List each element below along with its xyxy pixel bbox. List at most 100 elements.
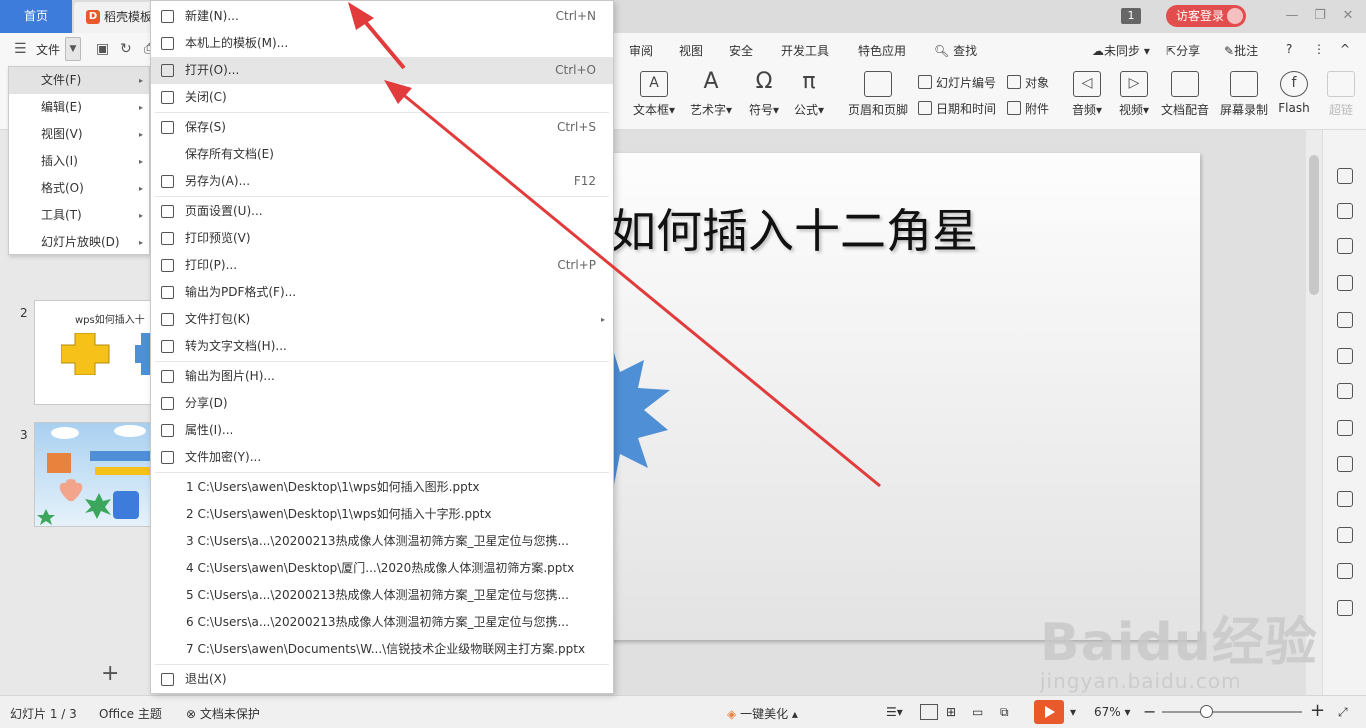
help-icon[interactable]: ?	[1286, 42, 1292, 56]
header-footer-button[interactable]: 页眉和页脚	[848, 71, 908, 118]
doc-protect-status[interactable]: ⊗ 文档未保护	[186, 705, 260, 722]
tab-view[interactable]: 视图	[679, 42, 703, 59]
minimize-button[interactable]: —	[1280, 6, 1304, 26]
hamburger-icon[interactable]: ☰	[14, 41, 27, 57]
menu-save[interactable]: 保存(S) Ctrl+S	[151, 114, 613, 141]
window-count-badge[interactable]: 1	[1121, 8, 1141, 24]
recent-file-4[interactable]: 4 C:\Users\awen\Desktop\厦门...\2020热成像人体测…	[151, 555, 613, 582]
menu-item-insert[interactable]: 插入(I) ▸	[9, 148, 149, 175]
shield-icon[interactable]	[1337, 563, 1353, 579]
audio-side-icon[interactable]	[1337, 527, 1353, 543]
fit-window-icon[interactable]: ⤢	[1338, 705, 1348, 720]
object-button[interactable]: 对象	[1007, 74, 1049, 91]
video-button[interactable]: ▷ 视频▾	[1114, 71, 1154, 118]
menu-save-all[interactable]: 保存所有文档(E)	[151, 141, 613, 168]
shape-icon[interactable]	[1337, 238, 1353, 254]
hyperlink-button[interactable]: 超链	[1326, 71, 1356, 118]
menu-exit[interactable]: 退出(X)	[151, 666, 613, 693]
slide-title[interactable]: 如何插入十二角星	[610, 195, 978, 261]
formula-button[interactable]: π 公式▾	[791, 71, 827, 118]
zoom-slider[interactable]	[1162, 711, 1302, 713]
slide-thumbnail-2[interactable]: wps如何插入十	[34, 300, 164, 405]
export-icon[interactable]	[1337, 456, 1353, 472]
menu-item-tools[interactable]: 工具(T) ▸	[9, 202, 149, 229]
recent-file-5[interactable]: 5 C:\Users\a...\20200213热成像人体测温初筛方案_卫星定位…	[151, 582, 613, 609]
fit-icon[interactable]: ⧉	[1000, 705, 1009, 720]
sync-button[interactable]: ☁未同步 ▾	[1092, 42, 1150, 59]
tab-home[interactable]: 首页	[0, 0, 72, 33]
grid-icon[interactable]	[1337, 312, 1353, 328]
chevron-down-icon[interactable]: ▾	[1070, 705, 1076, 719]
menu-item-file[interactable]: 文件(F) ▸	[9, 67, 149, 94]
menu-share[interactable]: 分享(D)	[151, 390, 613, 417]
recent-file-2[interactable]: 2 C:\Users\awen\Desktop\1\wps如何插入十字形.ppt…	[151, 501, 613, 528]
picture-icon[interactable]	[1337, 491, 1353, 507]
slide-number-button[interactable]: 幻灯片编号	[918, 74, 996, 91]
more-icon[interactable]: ⋮	[1313, 42, 1325, 56]
file-menu-button[interactable]: 文件	[36, 41, 60, 58]
attachment-button[interactable]: 附件	[1007, 100, 1049, 117]
theme-name[interactable]: Office 主题	[99, 705, 162, 722]
zoom-out-button[interactable]: −	[1143, 702, 1156, 721]
menu-encrypt[interactable]: 文件加密(Y)...	[151, 444, 613, 471]
arttext-button[interactable]: A 艺术字▾	[687, 71, 735, 118]
menu-export-image[interactable]: 输出为图片(H)...	[151, 363, 613, 390]
normal-view-icon[interactable]	[920, 704, 938, 720]
datetime-button[interactable]: 日期和时间	[918, 100, 996, 117]
flash-button[interactable]: f Flash	[1276, 71, 1312, 115]
tab-developer[interactable]: 开发工具	[781, 42, 829, 59]
share-button[interactable]: ⇱分享	[1166, 42, 1200, 59]
chart-icon[interactable]	[1337, 348, 1353, 364]
audio-button[interactable]: ◁ 音频▾	[1068, 71, 1106, 118]
menu-open[interactable]: 打开(O)... Ctrl+O	[151, 57, 613, 84]
recent-file-6[interactable]: 6 C:\Users\a...\20200213热成像人体测温初筛方案_卫星定位…	[151, 609, 613, 636]
screen-record-button[interactable]: 屏幕录制	[1218, 71, 1270, 118]
menu-local-templates[interactable]: 本机上的模板(M)...	[151, 30, 613, 57]
tab-special[interactable]: 特色应用	[858, 42, 906, 59]
close-button[interactable]: ✕	[1336, 6, 1360, 26]
menu-item-view[interactable]: 视图(V) ▸	[9, 121, 149, 148]
beautify-button[interactable]: ◈ 一键美化 ▴	[727, 705, 798, 722]
zoom-in-button[interactable]: +	[1310, 700, 1325, 721]
save-icon[interactable]: ▣	[96, 41, 109, 57]
reading-view-icon[interactable]: ▭	[972, 705, 983, 719]
menu-print-preview[interactable]: 打印预览(V)	[151, 225, 613, 252]
settings-sliders-icon[interactable]	[1337, 383, 1353, 399]
menu-new[interactable]: 新建(N)... Ctrl+N	[151, 3, 613, 30]
menu-item-format[interactable]: 格式(O) ▸	[9, 175, 149, 202]
scrollbar-thumb[interactable]	[1309, 155, 1319, 295]
brush-icon[interactable]	[1337, 600, 1353, 616]
image-icon[interactable]	[1337, 420, 1353, 436]
collapse-ribbon-icon[interactable]: ^	[1340, 42, 1350, 56]
tab-review[interactable]: 审阅	[629, 42, 653, 59]
doc-voice-button[interactable]: 文档配音	[1160, 71, 1210, 118]
restore-button[interactable]: ❐	[1308, 6, 1332, 26]
menu-convert-to-doc[interactable]: 转为文字文档(H)...	[151, 333, 613, 360]
zoom-level[interactable]: 67% ▾	[1094, 705, 1131, 719]
sorter-view-icon[interactable]: ⊞	[946, 705, 956, 719]
menu-save-as[interactable]: 另存为(A)... F12	[151, 168, 613, 195]
login-button[interactable]: 访客登录	[1166, 5, 1246, 27]
zoom-slider-knob[interactable]	[1200, 705, 1213, 718]
add-slide-button[interactable]: +	[101, 661, 119, 686]
menu-close[interactable]: 关闭(C)	[151, 84, 613, 111]
template-icon[interactable]	[1337, 203, 1353, 219]
search-button[interactable]: 🔍︎ 查找	[934, 42, 977, 59]
comment-button[interactable]: ✎批注	[1224, 42, 1258, 59]
symbol-button[interactable]: Ω 符号▾	[746, 71, 782, 118]
recent-file-3[interactable]: 3 C:\Users\a...\20200213热成像人体测温初筛方案_卫星定位…	[151, 528, 613, 555]
recent-file-7[interactable]: 7 C:\Users\awen\Documents\W...\信锐技术企业级物联…	[151, 636, 613, 663]
menu-package[interactable]: 文件打包(K) ▸	[151, 306, 613, 333]
slide-thumbnail-3[interactable]	[34, 422, 164, 527]
menu-properties[interactable]: 属性(I)...	[151, 417, 613, 444]
notes-icon[interactable]: ☰▾	[886, 705, 903, 719]
menu-item-edit[interactable]: 编辑(E) ▸	[9, 94, 149, 121]
recent-file-1[interactable]: 1 C:\Users\awen\Desktop\1\wps如何插入图形.pptx	[151, 474, 613, 501]
chevron-down-icon[interactable]: ▼	[65, 37, 81, 61]
menu-page-setup[interactable]: 页面设置(U)...	[151, 198, 613, 225]
menu-item-slideshow[interactable]: 幻灯片放映(D) ▸	[9, 229, 149, 256]
pin-icon[interactable]	[1337, 168, 1353, 184]
tab-docer-templates[interactable]: D 稻壳模板	[74, 2, 154, 33]
fill-icon[interactable]	[1337, 275, 1353, 291]
tab-security[interactable]: 安全	[729, 42, 753, 59]
